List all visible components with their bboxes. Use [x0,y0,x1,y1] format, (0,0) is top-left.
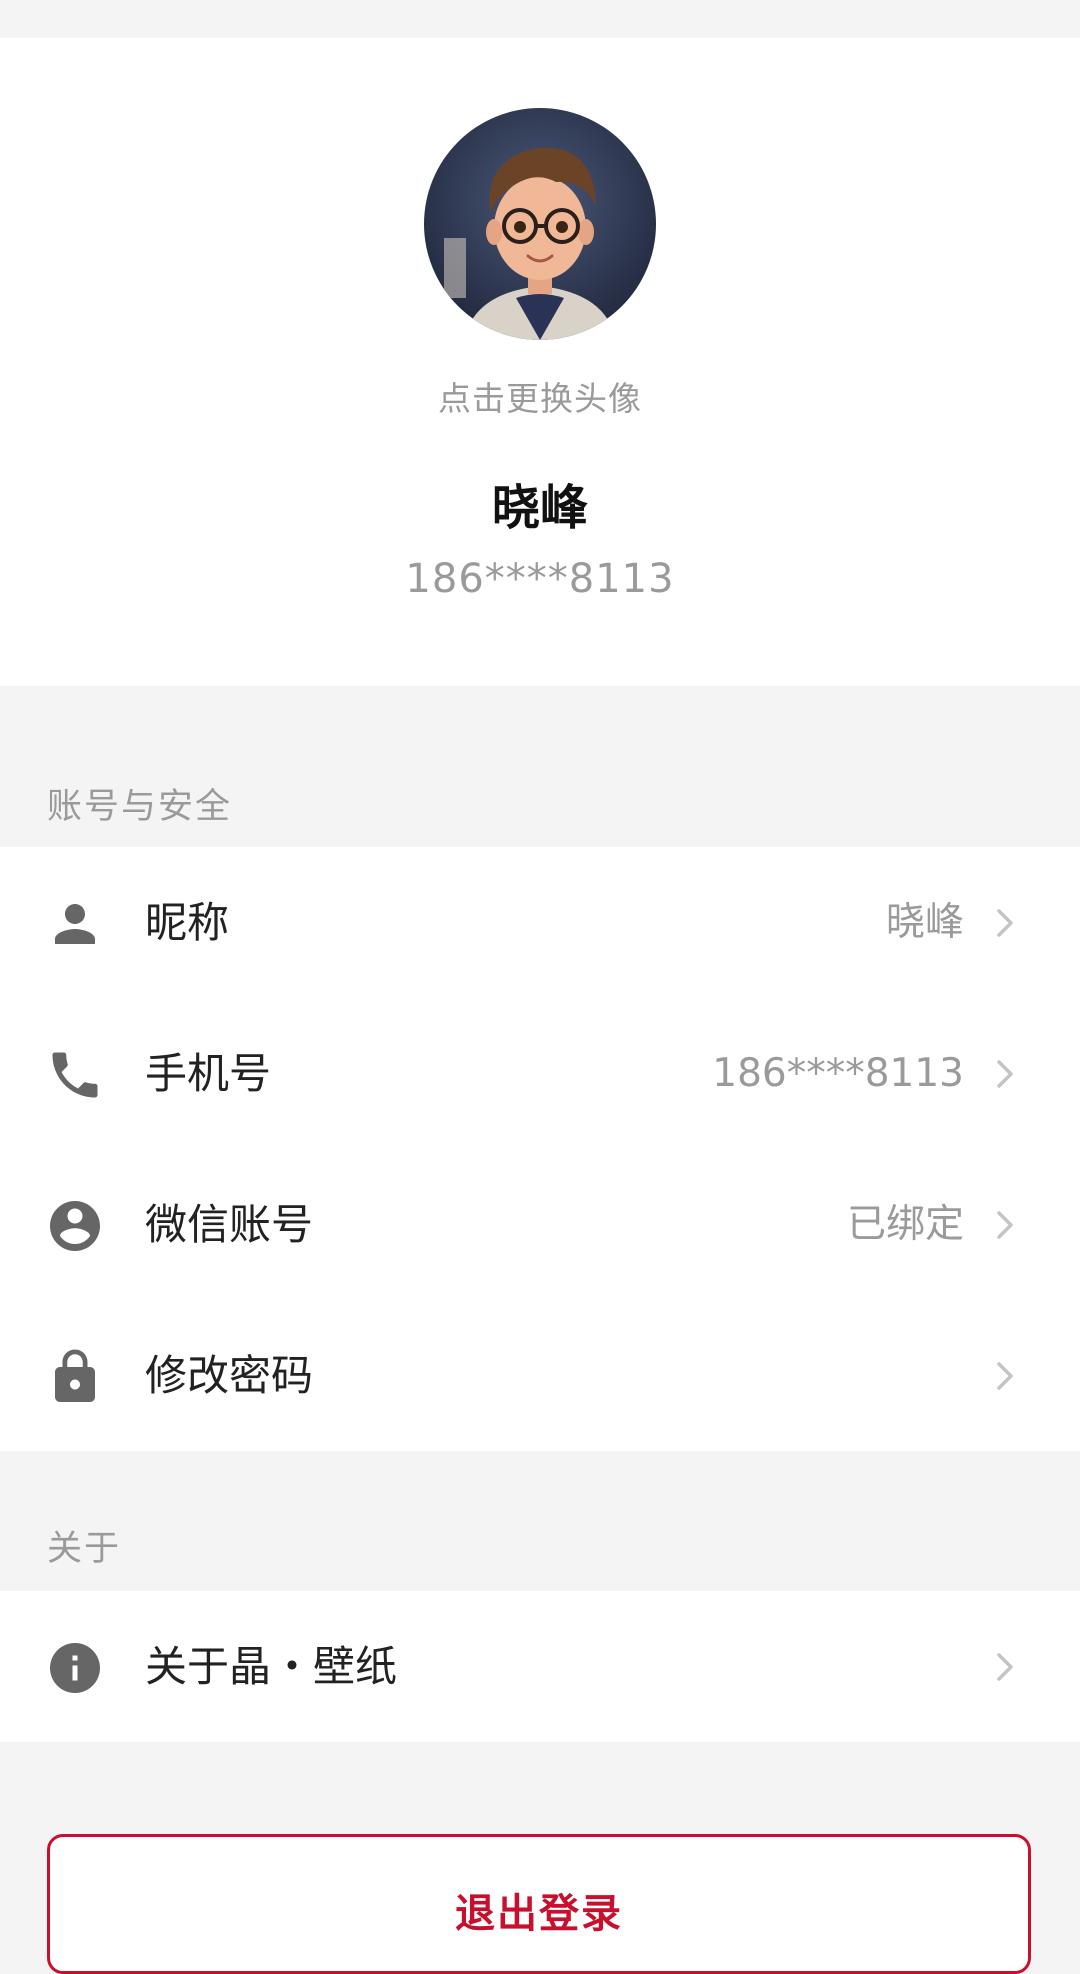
row-value: 186****8113 [712,1051,964,1096]
avatar-image [424,108,656,340]
row-label: 手机号 [145,1049,272,1098]
row-label: 微信账号 [145,1200,314,1249]
chevron-right-icon [990,905,1020,941]
row-change-password[interactable]: 修改密码 [0,1300,1080,1451]
logout-label: 退出登录 [455,1891,623,1937]
section-title-about: 关于 [47,1529,122,1569]
account-security-list: 昵称 晓峰 手机号 186****8113 微信账号 已绑定 修改密码 [0,847,1080,1451]
chevron-right-icon [990,1649,1020,1685]
row-label: 修改密码 [145,1351,314,1400]
row-phone[interactable]: 手机号 186****8113 [0,998,1080,1149]
row-label: 关于晶・壁纸 [145,1642,398,1691]
row-about-app[interactable]: 关于晶・壁纸 [0,1591,1080,1742]
change-avatar-hint[interactable]: 点击更换头像 [0,372,1080,420]
phone-icon [45,1045,105,1105]
person-icon [45,894,105,954]
row-value: 晓峰 [885,900,964,945]
avatar[interactable] [424,108,656,340]
chevron-right-icon [990,1207,1020,1243]
top-spacer [0,0,1080,38]
section-title-account-security: 账号与安全 [47,787,233,827]
chevron-right-icon [990,1056,1020,1092]
account-circle-icon [45,1196,105,1256]
user-phone: 186****8113 [405,556,675,602]
lock-icon [45,1347,105,1407]
row-nickname[interactable]: 昵称 晓峰 [0,847,1080,998]
user-name: 晓峰 [491,480,588,536]
row-label: 昵称 [145,898,230,947]
logout-button[interactable]: 退出登录 [47,1834,1031,1974]
row-value: 已绑定 [846,1202,964,1247]
chevron-right-icon [990,1358,1020,1394]
row-wechat-account[interactable]: 微信账号 已绑定 [0,1149,1080,1300]
profile-card: 点击更换头像 晓峰 186****8113 [0,38,1080,686]
info-icon [45,1638,105,1698]
about-list: 关于晶・壁纸 [0,1591,1080,1742]
